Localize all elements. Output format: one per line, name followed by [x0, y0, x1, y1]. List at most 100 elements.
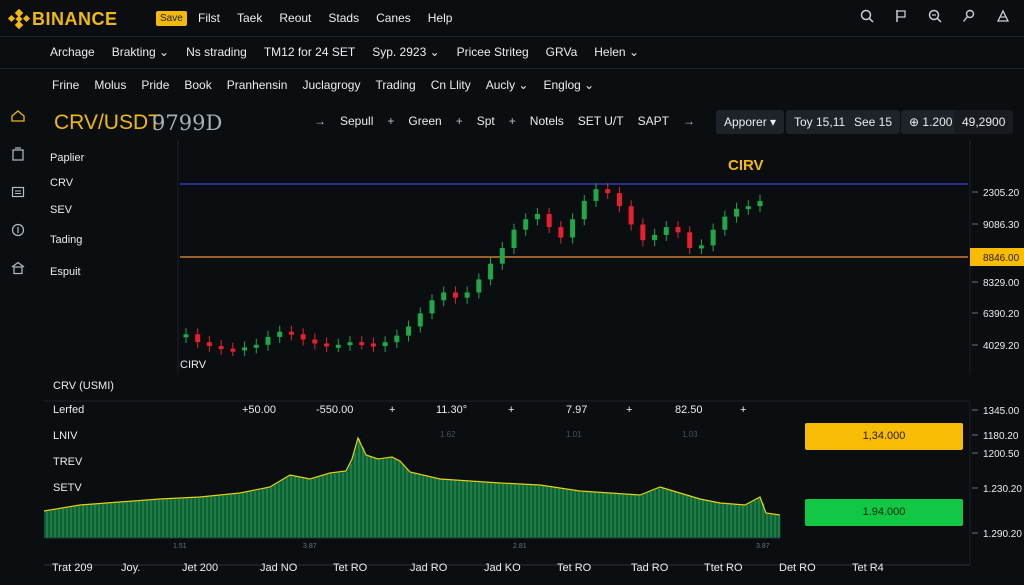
candle-body — [464, 292, 470, 298]
volume-bar — [618, 494, 621, 538]
nav-row-secondary: Frine Molus Pride Book Pranhensin Juclag… — [0, 68, 1024, 100]
volume-bar — [170, 499, 173, 538]
volume-bar — [334, 473, 337, 538]
yellow-value-box[interactable]: 1,34.000 — [805, 423, 963, 450]
action-set-ut[interactable]: SET U/T — [578, 114, 624, 128]
nav-item[interactable]: Aucly ⌄ — [486, 78, 529, 92]
value-pill-2[interactable]: 49,2900 — [954, 110, 1014, 134]
nav-item[interactable]: Helen ⌄ — [594, 45, 639, 59]
volume-bar — [118, 503, 121, 538]
x-tick: Jad NO — [260, 562, 298, 574]
nav-item[interactable]: Juclagrogy — [302, 78, 360, 92]
volume-area-chart[interactable]: 1345.00 1180.20 1200.50 1.230.20 1.290.2… — [0, 375, 1024, 575]
menu-item-reout[interactable]: Reout — [279, 11, 311, 25]
plus-icon[interactable]: + — [456, 114, 463, 128]
nav-item[interactable]: Englog ⌄ — [543, 78, 594, 92]
save-button[interactable]: Save — [156, 11, 187, 26]
nav-item[interactable]: Pride — [141, 78, 169, 92]
nav-item[interactable]: Trading — [375, 78, 415, 92]
x-tick: Tet RO — [557, 562, 592, 574]
nav-item[interactable]: Ns strading — [186, 45, 247, 59]
nav-item[interactable]: Pranhensin — [227, 78, 288, 92]
candle-body — [675, 227, 681, 233]
value-pill[interactable]: ⊕ 1.200 — [901, 110, 961, 134]
nav-item[interactable]: Book — [184, 78, 211, 92]
pin-icon[interactable] — [958, 8, 980, 28]
menu-item-canes[interactable]: Canes — [376, 11, 411, 25]
nav-item[interactable]: Pricee Striteg — [457, 45, 529, 59]
candle-body — [476, 279, 482, 293]
action-spt[interactable]: Spt — [477, 114, 495, 128]
plus-icon[interactable]: + — [387, 114, 394, 128]
volume-bar — [542, 486, 545, 538]
candle-body — [616, 193, 622, 207]
arrow-right-icon[interactable]: → — [683, 114, 695, 128]
plus-icon[interactable]: + — [509, 114, 516, 128]
volume-bar — [570, 490, 573, 538]
candle-body — [722, 216, 728, 230]
candle-body — [499, 248, 505, 264]
volume-bar — [414, 473, 417, 538]
volume-bar — [758, 499, 761, 538]
volume-bar — [130, 502, 133, 538]
x-tick: Ttet RO — [704, 562, 743, 574]
x-tick: Jad KO — [484, 562, 521, 574]
nav-item[interactable]: Brakting ⌄ — [112, 45, 169, 59]
nav-item[interactable]: Syp. 2923 ⌄ — [372, 45, 439, 59]
volume-bar — [642, 495, 645, 538]
candle-body — [312, 339, 318, 344]
volume-bar — [230, 495, 233, 538]
volume-bar — [678, 493, 681, 538]
menu-item-stads[interactable]: Stads — [328, 11, 359, 25]
menu-item-filst[interactable]: Filst — [198, 11, 220, 25]
volume-bar — [622, 494, 625, 538]
volume-bar — [194, 498, 197, 538]
volume-bar — [258, 490, 261, 538]
nav-item[interactable]: Molus — [94, 78, 126, 92]
arrow-right-icon[interactable]: → — [314, 114, 326, 128]
nav-item[interactable]: GRVa — [546, 45, 578, 59]
action-sapt[interactable]: SAPT — [638, 114, 669, 128]
home-icon[interactable] — [0, 100, 36, 138]
nav-item[interactable]: Archage — [50, 45, 95, 59]
volume-bar — [550, 487, 553, 538]
volume-bar — [382, 459, 385, 538]
volume-bar — [274, 485, 277, 538]
x-tick: Tet RO — [333, 562, 368, 574]
price-chart[interactable]: CIRV CIRV 2305.20 9086.30 8329.00 6390.2… — [0, 140, 1024, 375]
volume-bar — [430, 477, 433, 538]
nav-item[interactable]: TM12 for 24 SET — [264, 45, 355, 59]
volume-bar — [446, 480, 449, 538]
search-icon[interactable] — [856, 8, 878, 28]
volume-bar — [122, 502, 125, 538]
brand-name[interactable]: BINANCE — [32, 9, 118, 30]
green-value-box[interactable]: 1.94.000 — [805, 499, 963, 526]
volume-bar — [50, 511, 53, 538]
action-green[interactable]: Green — [408, 114, 441, 128]
x-tick: Tet R4 — [852, 562, 884, 574]
apporer-dropdown[interactable]: Apporer ▾ — [716, 110, 785, 134]
x-tick: Tad RO — [631, 562, 669, 574]
action-sepull[interactable]: Sepull — [340, 114, 373, 128]
nav-item[interactable]: Cn Llity — [431, 78, 471, 92]
candle-body — [452, 292, 458, 298]
volume-bar — [70, 507, 73, 538]
candle-body — [253, 344, 259, 348]
flag-icon[interactable] — [890, 8, 912, 28]
y-tick: 1345.00 — [983, 406, 1020, 417]
see-pill[interactable]: See 15 — [846, 110, 901, 134]
settings-icon[interactable] — [992, 8, 1014, 28]
volume-bar — [402, 464, 405, 538]
volume-bar — [710, 502, 713, 538]
pair-name[interactable]: CRV/USDT — [54, 111, 161, 135]
menu-item-taek[interactable]: Taek — [237, 11, 262, 25]
menu-item-help[interactable]: Help — [428, 11, 453, 25]
volume-bar — [434, 478, 437, 538]
action-notels[interactable]: Notels — [530, 114, 564, 128]
candle-body — [429, 300, 435, 314]
zoom-icon[interactable] — [924, 8, 946, 28]
nav-item[interactable]: Frine — [52, 78, 79, 92]
volume-bar — [346, 472, 349, 538]
toy-pill[interactable]: Toy 15,11 — [786, 110, 854, 134]
candle-body — [534, 214, 540, 220]
